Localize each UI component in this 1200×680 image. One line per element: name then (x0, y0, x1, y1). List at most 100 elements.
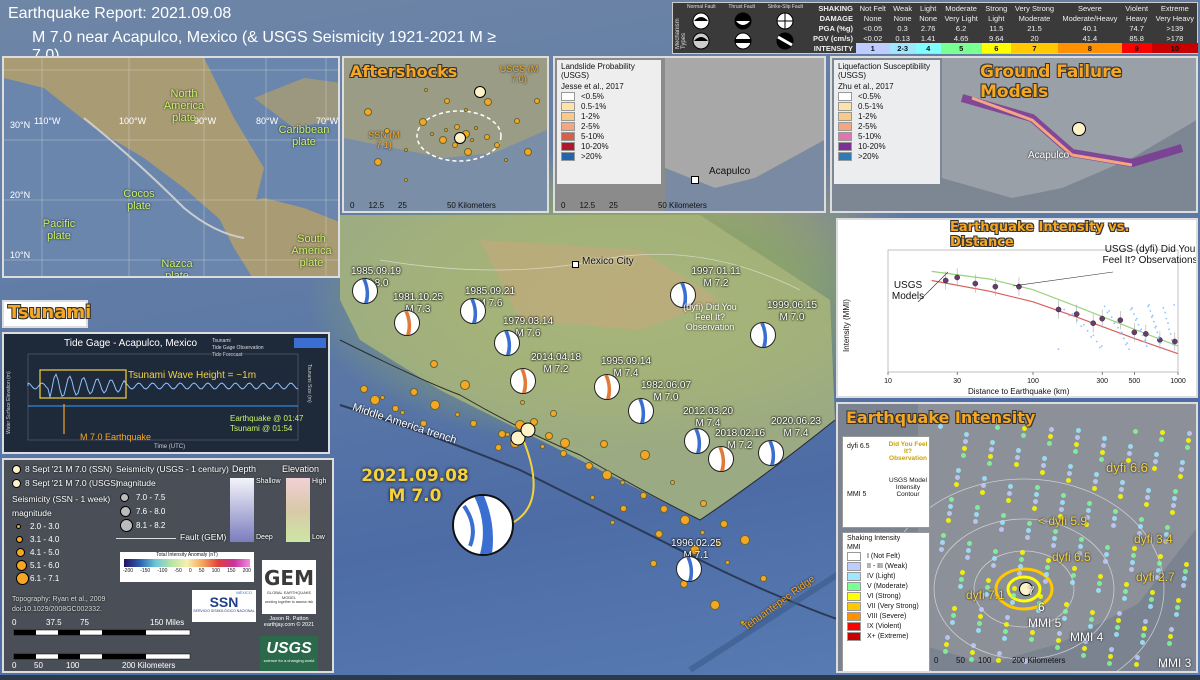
dyfi-dot (949, 497, 954, 502)
dyfi-dot (999, 527, 1004, 532)
dyfi-dot (1130, 560, 1135, 565)
model-line (931, 270, 1179, 347)
ground-failure-title: Ground Failure Models (980, 62, 1123, 102)
legend-swatch (847, 612, 861, 621)
legend-swatch (847, 602, 861, 611)
dyfi-raw-point (1124, 343, 1127, 346)
dyfi-dot (1003, 629, 1008, 634)
dyfi-dot (1063, 609, 1068, 614)
dyfi-raw-point (1080, 325, 1083, 328)
mmi-cell: 2.76 (920, 23, 936, 33)
ssn-class-label: 6.1 - 7.1 (30, 574, 60, 583)
legend-high: High (312, 478, 327, 485)
mmi-row-header: SHAKING (818, 3, 853, 13)
mmi-cell: Light (988, 13, 1005, 23)
legend-class-row: 5-10% (561, 132, 657, 141)
mmi-cell: Severe (1077, 3, 1102, 13)
dyfi-dot (1127, 451, 1132, 456)
dyfi-dot (978, 614, 983, 619)
historic-event-beachball (394, 310, 420, 336)
aftershock-dot (514, 118, 520, 124)
usgs-main-symbol (12, 479, 21, 489)
historic-event-date: 1996.02.25 (670, 538, 722, 549)
intensity-scale-tick: 100 (978, 656, 992, 665)
shaking-classes: I (Not Felt) II - III (Weak) IV (Light) V (… (843, 552, 929, 641)
dyfi-dot (1109, 647, 1114, 652)
tsunami-panel: Tide Gage - Acapulco, Mexico Tsunami Tid… (2, 332, 330, 454)
mmi-table: SHAKING Not Felt Weak Light Moderate Strong Ve… (808, 3, 1198, 53)
mexico-city-label: Mexico City (582, 256, 634, 267)
tide-xlabel: Time (UTC) (154, 444, 186, 450)
dyfi-point (1131, 329, 1138, 336)
dyfi-dot (1180, 460, 1185, 465)
legend-class-row: VIII (Severe) (847, 612, 925, 621)
credit: Jason R. Patton earthjay.com © 2021 (262, 616, 316, 628)
legend-usgs-century: Seismicity (USGS - 1 century) (116, 464, 229, 474)
dyfi-raw-point (1137, 323, 1140, 326)
legend-class-row: >20% (838, 152, 936, 161)
dyfi-dot (1066, 478, 1071, 483)
eq-intensity-panel: Earthquake Intensity dyfi 6.5 Did You Fe… (836, 402, 1198, 673)
dyfi-dot (1139, 517, 1144, 522)
dyfi-dot (964, 432, 969, 437)
dyfi-dot (1113, 509, 1118, 514)
seismicity-dot (410, 388, 418, 396)
seismicity-dot (620, 505, 627, 512)
anomaly-tick: 50 (198, 568, 205, 574)
dyfi-raw-point (1090, 336, 1093, 338)
seismicity-dot (400, 410, 405, 415)
anomaly-tick: -150 (140, 568, 151, 574)
seismicity-dot (505, 432, 510, 437)
gem-logo-sub: GLOBAL EARTHQUAKE MODEL (266, 590, 312, 600)
main-event-beachball-svg (462, 496, 493, 554)
seismicity-dot (600, 440, 608, 448)
dyfi-dot (1053, 529, 1058, 534)
seismicity-dot (740, 535, 750, 545)
mmi-row-3: PGV (cm/s) <0.02 0.13 1.41 4.65 9.64 20 41.4 85.… (808, 33, 1198, 43)
dyfi-dot (1004, 622, 1009, 627)
dyfi-dot (941, 533, 946, 538)
dyfi-dot (1128, 444, 1133, 449)
dyfi-raw-point (1170, 339, 1173, 341)
legend-fault: Fault (GEM) (180, 532, 227, 542)
historic-event-date: 2012.03.20 (682, 406, 734, 417)
mmi-row-1: DAMAGE None None None Very Light Light Moderat… (808, 13, 1198, 23)
ssn-class-symbol (16, 560, 27, 571)
historic-event-date: 1997.01.11 (691, 266, 741, 277)
dyfi-raw-point (1155, 325, 1157, 328)
legend-swatch (561, 122, 575, 131)
landslide-panel: Landslide Probability (USGS) Jesse et al… (553, 56, 826, 213)
mechanism-types-label: Mechanism Types (675, 18, 687, 49)
dyfi-dot (1096, 588, 1101, 593)
dyfi-raw-point (1147, 305, 1149, 308)
seismicity-dot (640, 492, 647, 499)
dyfi-dot (947, 511, 952, 516)
main-event-beachball (452, 494, 514, 556)
dyfi-dot (1111, 523, 1116, 528)
dyfi-dot (938, 424, 943, 429)
dyfi-dot (1141, 633, 1146, 638)
historic-event-beachball (460, 298, 486, 324)
scale-miles-tick: 0 (12, 618, 17, 627)
dyfi-dot (1170, 510, 1175, 515)
dyfi-raw-point (1150, 316, 1153, 318)
dyfi-dot (1059, 507, 1064, 512)
dyfi-sample-label: Did You Feel It? Observation (888, 441, 928, 462)
dyfi-raw-point (1098, 346, 1101, 349)
plate-label-caribbean: Caribbean plate (278, 124, 330, 148)
seismicity-dot (700, 530, 705, 535)
dyfi-raw-point (1141, 334, 1144, 337)
ssn-class-label: 5.1 - 6.0 (30, 561, 60, 570)
dyfi-dot (965, 555, 970, 560)
dyfi-dot (1175, 605, 1180, 610)
mmi-cell: None (863, 13, 882, 23)
anomaly-tick: 100 (211, 568, 220, 574)
legend-swatch (561, 142, 575, 151)
liquefaction-title: Liquefaction Susceptibility (USGS) (838, 62, 931, 80)
main-legend: 8 Sept '21 M 7.0 (SSN) 8 Sept '21 M 7.0 … (2, 458, 334, 673)
dyfi-dot (990, 440, 995, 445)
ground-failure-panel: Liquefaction Susceptibility (USGS) Zhu e… (830, 56, 1198, 213)
mmi-row-header: PGV (cm/s) (812, 33, 853, 43)
dyfi-dot (959, 577, 964, 582)
dyfi-dot (951, 613, 956, 618)
